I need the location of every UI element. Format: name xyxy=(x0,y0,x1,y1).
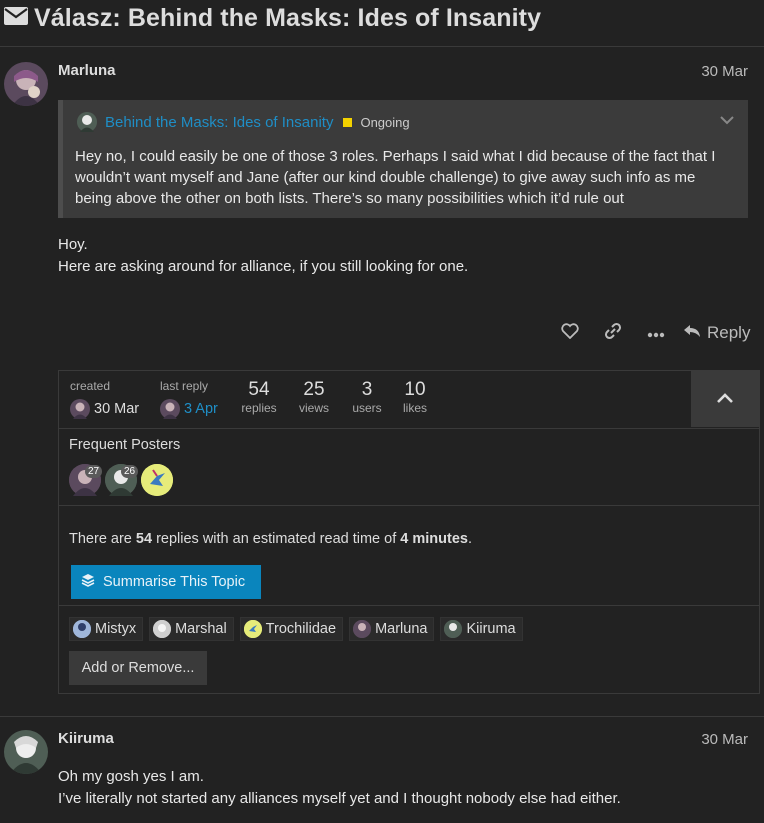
participant-name: Marluna xyxy=(375,621,428,637)
avatar-kiiruma[interactable] xyxy=(4,730,48,774)
last-reply-label: last reply xyxy=(160,379,209,393)
frequent-posters: 27 26 xyxy=(69,463,179,497)
post-count-badge: 27 xyxy=(85,465,103,478)
participant-mistyx[interactable]: Mistyx xyxy=(69,617,144,641)
summarise-label: Summarise This Topic xyxy=(103,574,246,590)
stat-value: 10 xyxy=(404,379,426,400)
summarise-topic-button[interactable]: Summarise This Topic xyxy=(71,565,261,599)
more-actions-button[interactable] xyxy=(634,318,677,348)
summary-count: 54 xyxy=(135,531,153,547)
stat-value: 54 xyxy=(248,379,270,400)
add-or-remove-button[interactable]: Add or Remove... xyxy=(69,651,207,685)
avatar xyxy=(353,620,372,638)
reply-icon xyxy=(683,323,701,343)
copy-link-button[interactable] xyxy=(591,318,634,348)
post-actions: Reply xyxy=(548,318,750,348)
avatar xyxy=(73,620,91,638)
link-icon xyxy=(604,322,622,344)
topic-header: Válasz: Behind the Masks: Ides of Insani… xyxy=(4,2,541,34)
avatar xyxy=(444,620,463,638)
summary-text: replies with an estimated read time of xyxy=(152,531,401,547)
like-button[interactable] xyxy=(548,318,591,348)
participant-name: Mistyx xyxy=(95,621,137,637)
avatar xyxy=(153,620,172,638)
post-count-badge: 26 xyxy=(121,465,139,478)
participant-trochilidae[interactable]: Trochilidae xyxy=(239,617,344,641)
topic-map: created 30 Mar last reply 3 Apr 54 repli… xyxy=(58,370,760,694)
layers-icon xyxy=(81,573,95,591)
quote-avatar xyxy=(77,112,97,132)
summary-time: 4 minutes xyxy=(400,531,468,547)
post-body-line: Here are asking around for alliance, if … xyxy=(58,258,469,275)
avatar-last-reply xyxy=(160,399,180,419)
post-date[interactable]: 30 Mar xyxy=(701,63,748,80)
post-divider xyxy=(0,716,764,717)
post-body: Hoy. Here are asking around for alliance… xyxy=(58,234,468,278)
avatar-marluna[interactable] xyxy=(4,62,48,106)
stat-likes: 10 likes xyxy=(393,379,437,415)
last-reply-date: 3 Apr xyxy=(184,401,218,417)
frequent-posters-label: Frequent Posters xyxy=(69,437,181,453)
stat-label: users xyxy=(352,401,382,415)
participant-name: Kiiruma xyxy=(466,621,516,637)
quote-topic-link[interactable]: Behind the Masks: Ides of Insanity xyxy=(105,114,333,131)
map-divider xyxy=(59,605,759,606)
participant-kiiruma[interactable]: Kiiruma xyxy=(440,617,523,641)
quote-text: Hey no, I could easily be one of those 3… xyxy=(75,148,716,207)
participant-marshal[interactable]: Marshal xyxy=(149,617,234,641)
last-reply-info[interactable]: 3 Apr xyxy=(160,399,218,419)
participant-filter-list: Mistyx Marshal Trochilidae Marluna Kiiru… xyxy=(69,617,523,641)
participant-name: Marshal xyxy=(175,621,227,637)
quote-header: Behind the Masks: Ides of Insanity Ongoi… xyxy=(77,112,410,132)
chevron-up-icon xyxy=(716,391,734,408)
post-username[interactable]: Marluna xyxy=(58,62,116,79)
post-body-line: Oh my gosh yes I am. xyxy=(58,768,204,785)
read-time-summary: There are 54 replies with an estimated r… xyxy=(69,531,472,547)
created-info[interactable]: 30 Mar xyxy=(70,399,139,419)
chevron-down-icon[interactable] xyxy=(720,112,734,129)
post-body: Oh my gosh yes I am. I’ve literally not … xyxy=(58,766,621,810)
category-badge[interactable]: Ongoing xyxy=(360,115,409,130)
participant-name: Trochilidae xyxy=(265,621,337,637)
summary-text: . xyxy=(467,531,472,547)
topic-title[interactable]: Válasz: Behind the Masks: Ides of Insani… xyxy=(34,4,541,33)
header-divider xyxy=(0,46,764,47)
quote-block: Behind the Masks: Ides of Insanity Ongoi… xyxy=(58,100,748,218)
avatar xyxy=(243,620,262,638)
stat-replies: 54 replies xyxy=(237,379,281,415)
category-color-square xyxy=(343,117,353,127)
avatar-marluna-small xyxy=(70,399,90,419)
stat-users: 3 users xyxy=(345,379,389,415)
ellipsis-icon xyxy=(647,325,665,342)
created-date: 30 Mar xyxy=(94,401,140,417)
stat-value: 25 xyxy=(303,379,325,400)
stat-label: replies xyxy=(241,401,277,415)
stat-views: 25 views xyxy=(292,379,336,415)
post-body-line: I’ve literally not started any alliances… xyxy=(58,790,621,807)
stat-label: views xyxy=(298,401,329,415)
frequent-poster-avatar[interactable] xyxy=(141,464,173,496)
post-date[interactable]: 30 Mar xyxy=(701,731,748,748)
summary-text: There are xyxy=(69,531,136,547)
created-label: created xyxy=(70,379,111,393)
heart-icon xyxy=(560,323,579,343)
map-divider xyxy=(59,505,759,506)
stat-value: 3 xyxy=(361,379,373,400)
collapse-topic-map-button[interactable] xyxy=(691,371,759,427)
topic-map-stats: created 30 Mar last reply 3 Apr 54 repli… xyxy=(59,371,759,429)
reply-label: Reply xyxy=(707,323,751,342)
post-username[interactable]: Kiiruma xyxy=(58,730,114,747)
post-body-line: Hoy. xyxy=(58,236,88,253)
reply-button[interactable]: Reply xyxy=(683,323,750,343)
participant-marluna[interactable]: Marluna xyxy=(349,617,435,641)
stat-label: likes xyxy=(402,401,427,415)
envelope-icon xyxy=(4,7,28,29)
